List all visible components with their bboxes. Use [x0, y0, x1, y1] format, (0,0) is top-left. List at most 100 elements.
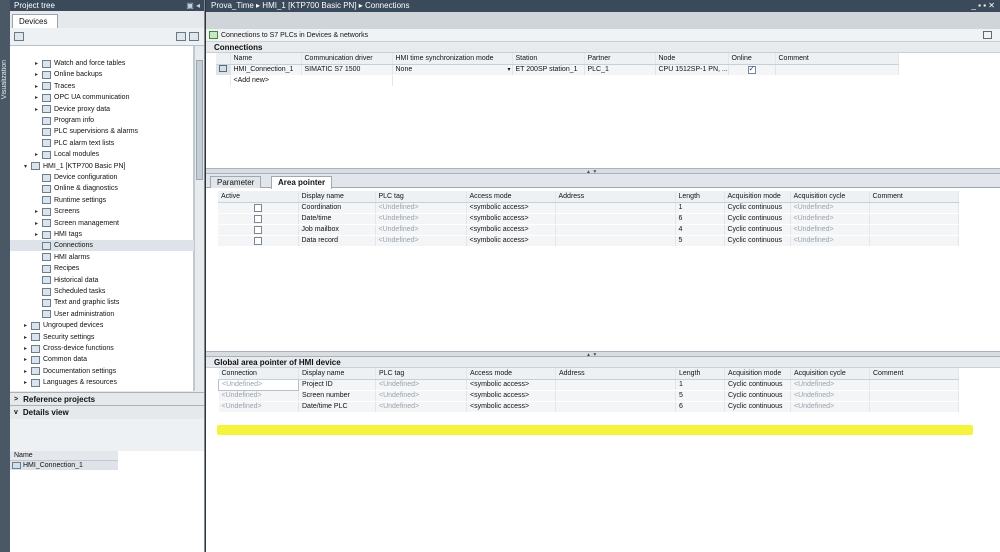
- address-cell[interactable]: [555, 235, 676, 247]
- dropdown-arrow-icon[interactable]: ▾: [507, 66, 510, 73]
- column-header[interactable]: Acquisition cycle: [790, 368, 870, 380]
- column-header[interactable]: Comment: [775, 53, 899, 65]
- comment-cell[interactable]: [869, 390, 959, 402]
- chevron-right-icon[interactable]: ▸: [35, 220, 42, 227]
- acquisition-mode-cell[interactable]: Cyclic continuous: [724, 235, 791, 247]
- tree-item[interactable]: ▸ Device proxy data: [10, 104, 194, 115]
- conn-partner[interactable]: PLC_1: [584, 64, 656, 76]
- tree-item[interactable]: ▾ HMI_1 [KTP700 Basic PN]: [10, 161, 194, 172]
- acquisition-cycle-cell[interactable]: <Undefined>: [790, 235, 870, 247]
- tree-item[interactable]: ▸ Traces: [10, 81, 194, 92]
- address-cell[interactable]: [555, 401, 676, 413]
- devices-tab[interactable]: Devices: [12, 14, 58, 28]
- access-mode-cell[interactable]: <symbolic access>: [466, 235, 556, 247]
- export-icon[interactable]: [189, 32, 199, 41]
- scrollbar-thumb[interactable]: [196, 60, 203, 180]
- length-cell[interactable]: 1: [675, 379, 725, 391]
- table-row[interactable]: Job mailbox <Undefined> <symbolic access> 4…: [218, 224, 959, 236]
- plc-tag-cell[interactable]: <Undefined>: [375, 213, 467, 225]
- acquisition-mode-cell[interactable]: Cyclic continuous: [724, 213, 791, 225]
- address-cell[interactable]: [555, 379, 676, 391]
- plc-tag-cell[interactable]: <Undefined>: [375, 379, 467, 391]
- tree-item[interactable]: Scheduled tasks: [10, 286, 194, 297]
- column-header[interactable]: Access mode: [466, 368, 556, 380]
- column-header[interactable]: PLC tag: [375, 368, 467, 380]
- length-cell[interactable]: 5: [675, 235, 725, 247]
- active-checkbox[interactable]: [253, 225, 262, 234]
- acquisition-cycle-cell[interactable]: <Undefined>: [790, 401, 870, 413]
- column-header[interactable]: Online: [728, 53, 776, 65]
- chevron-right-icon[interactable]: ▸: [24, 334, 31, 341]
- plc-tag-cell[interactable]: <Undefined>: [375, 390, 467, 402]
- column-header[interactable]: Access mode: [466, 191, 556, 203]
- acquisition-mode-cell[interactable]: Cyclic continuous: [724, 224, 791, 236]
- column-header[interactable]: Station: [512, 53, 585, 65]
- access-mode-cell[interactable]: <symbolic access>: [466, 202, 556, 214]
- column-header[interactable]: Communication driver: [301, 53, 393, 65]
- conn-sync-select[interactable]: None ▾: [392, 64, 513, 76]
- chevron-right-icon[interactable]: ▸: [35, 94, 42, 101]
- access-mode-cell[interactable]: <symbolic access>: [466, 379, 556, 391]
- splitter-lower[interactable]: ▲ ▼: [206, 351, 1000, 358]
- address-cell[interactable]: [555, 202, 676, 214]
- column-header[interactable]: Length: [675, 368, 725, 380]
- address-cell[interactable]: [555, 224, 676, 236]
- plc-tag-cell[interactable]: <Undefined>: [375, 401, 467, 413]
- column-header[interactable]: Display name: [298, 191, 376, 203]
- active-checkbox[interactable]: [253, 236, 262, 245]
- tree-item[interactable]: ▸ Local modules: [10, 149, 194, 160]
- tree-item[interactable]: ▸ HMI tags: [10, 229, 194, 240]
- display-name-cell[interactable]: Screen number: [298, 390, 376, 402]
- display-name-cell[interactable]: Coordination: [298, 202, 376, 214]
- acquisition-cycle-cell[interactable]: <Undefined>: [790, 379, 870, 391]
- tree-item[interactable]: ▸ Online backups: [10, 69, 194, 80]
- side-strip[interactable]: Visualization: [0, 0, 10, 552]
- connection-cell[interactable]: <Undefined>: [218, 390, 299, 402]
- tree-item[interactable]: HMI alarms: [10, 252, 194, 263]
- tree-item[interactable]: ▸ Watch and force tables: [10, 58, 194, 69]
- acquisition-cycle-cell[interactable]: <Undefined>: [790, 224, 870, 236]
- chevron-right-icon[interactable]: ▸: [24, 356, 31, 363]
- acquisition-mode-cell[interactable]: Cyclic continuous: [724, 390, 791, 402]
- acquisition-cycle-cell[interactable]: <Undefined>: [790, 390, 870, 402]
- access-mode-cell[interactable]: <symbolic access>: [466, 224, 556, 236]
- tree-item[interactable]: ▸ Screens: [10, 206, 194, 217]
- details-row[interactable]: HMI_Connection_1: [10, 461, 118, 470]
- window-controls[interactable]: _ ▪ ▪ ✕: [972, 1, 996, 11]
- column-header[interactable]: Partner: [584, 53, 656, 65]
- access-mode-cell[interactable]: <symbolic access>: [466, 213, 556, 225]
- tree-item[interactable]: ▸ Ungrouped devices: [10, 320, 194, 331]
- network-view-icon[interactable]: [14, 32, 24, 41]
- chevron-right-icon[interactable]: ▸: [35, 208, 42, 215]
- conn-driver[interactable]: SIMATIC S7 1500: [301, 64, 393, 76]
- column-header[interactable]: Acquisition cycle: [790, 191, 870, 203]
- access-mode-cell[interactable]: <symbolic access>: [466, 401, 556, 413]
- tree-item[interactable]: ▸ Cross-device functions: [10, 343, 194, 354]
- tree-scrollbar[interactable]: [194, 46, 204, 391]
- comment-cell[interactable]: [869, 379, 959, 391]
- table-row[interactable]: <Undefined> Screen number <Undefined> <symb…: [218, 390, 959, 402]
- tree-item[interactable]: ▸ Documentation settings: [10, 366, 194, 377]
- table-row[interactable]: HMI_Connection_1 SIMATIC S7 1500 None ▾ E…: [216, 64, 899, 76]
- table-row[interactable]: Coordination <Undefined> <symbolic access>…: [218, 202, 959, 214]
- tree-item[interactable]: User administration: [10, 309, 194, 320]
- acquisition-mode-cell[interactable]: Cyclic continuous: [724, 379, 791, 391]
- tree-item[interactable]: Runtime settings: [10, 195, 194, 206]
- column-header[interactable]: HMI time synchronization mode: [392, 53, 513, 65]
- add-new-row[interactable]: <Add new>: [230, 75, 393, 86]
- length-cell[interactable]: 4: [675, 224, 725, 236]
- conn-station[interactable]: ET 200SP station_1: [512, 64, 585, 76]
- tree-item[interactable]: ▸ OPC UA communication: [10, 92, 194, 103]
- comment-cell[interactable]: [869, 202, 959, 214]
- plc-tag-cell[interactable]: <Undefined>: [375, 235, 467, 247]
- column-header[interactable]: Address: [555, 191, 676, 203]
- acquisition-cycle-cell[interactable]: <Undefined>: [790, 202, 870, 214]
- column-header[interactable]: Node: [655, 53, 729, 65]
- tree-item[interactable]: ▸ Security settings: [10, 332, 194, 343]
- chevron-right-icon[interactable]: ▸: [24, 322, 31, 329]
- splitter-grip-icon[interactable]: ▲ ▼: [586, 352, 597, 358]
- chevron-right-icon[interactable]: ▸: [35, 231, 42, 238]
- reference-projects-section[interactable]: > Reference projects: [10, 392, 204, 405]
- settings-icon[interactable]: [983, 31, 992, 39]
- chevron-right-icon[interactable]: ▸: [35, 83, 42, 90]
